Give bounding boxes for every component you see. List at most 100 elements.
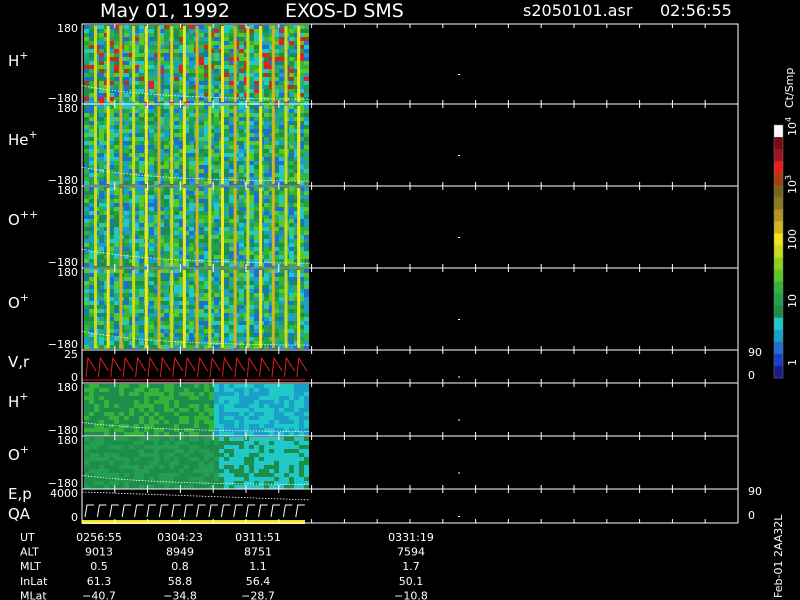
spectrogram-cell <box>84 219 89 223</box>
spectrogram-cell <box>224 313 229 317</box>
spectrogram-cell <box>124 301 129 305</box>
spin-stripe <box>170 26 174 102</box>
spectrogram-cell <box>149 89 154 93</box>
spectrogram-cell <box>174 219 179 223</box>
panel-label: O+ <box>8 291 29 312</box>
spectrogram-cell <box>89 333 94 337</box>
spectrogram-cell <box>114 73 119 77</box>
spectrogram-cell <box>229 215 234 219</box>
spectrogram-cell <box>189 424 194 428</box>
spectrogram-cell <box>229 61 234 65</box>
spectrogram-cell <box>219 396 224 400</box>
spectrogram-cell <box>229 297 234 301</box>
spectrogram-cell <box>164 273 169 277</box>
spectrogram-cell <box>294 388 299 392</box>
spectrogram-cell <box>224 145 229 149</box>
spectrogram-cell <box>114 77 119 81</box>
spectrogram-cell <box>164 231 169 235</box>
spectrogram-cell <box>254 420 259 424</box>
spectrogram-cell <box>189 207 194 211</box>
spectrogram-cell <box>224 129 229 133</box>
spectrogram-cell <box>239 89 244 93</box>
spectrogram-cell <box>94 485 99 489</box>
spectrogram-cell <box>279 141 284 145</box>
spectrogram-cell <box>84 109 89 113</box>
spectrogram-cell <box>204 285 209 289</box>
spectrogram-cell <box>204 255 209 259</box>
spectrogram-cell <box>204 165 209 169</box>
spectrogram-cell <box>289 269 294 273</box>
spectrogram-cell <box>164 297 169 301</box>
spectrogram-cell <box>149 199 154 203</box>
spectrogram-cell <box>254 153 259 157</box>
spectrogram-cell <box>84 441 89 445</box>
spectrogram-cell <box>144 404 149 408</box>
spectrogram-cell <box>184 416 189 420</box>
data-dot <box>458 419 460 421</box>
plot-file: s2050101.asr <box>523 1 633 20</box>
spectrogram-cell <box>84 45 89 49</box>
spectrogram-cell <box>199 445 204 449</box>
spectrogram-cell <box>174 345 179 349</box>
spectrogram-cell <box>139 223 144 227</box>
spectrogram-cell <box>189 420 194 424</box>
spectrogram-cell <box>249 165 254 169</box>
spectrogram-cell <box>174 157 179 161</box>
spectrogram-cell <box>189 285 194 289</box>
spectrogram-cell <box>89 77 94 81</box>
spectrogram-cell <box>224 121 229 125</box>
spectrogram-cell <box>224 29 229 33</box>
spectrogram-cell <box>204 485 209 489</box>
spectrogram-cell <box>304 277 309 281</box>
spectrogram-cell <box>239 93 244 97</box>
spectrogram-cell <box>199 113 204 117</box>
spectrogram-cell <box>134 445 139 449</box>
spectrogram-cell <box>114 215 119 219</box>
spectrogram-cell <box>104 453 109 457</box>
spectrogram-cell <box>274 396 279 400</box>
spectrogram-cell <box>229 49 234 53</box>
spectrogram-cell <box>84 93 89 97</box>
spectrogram-cell <box>254 412 259 416</box>
spectrogram-cell <box>239 437 244 441</box>
spectrogram-cell <box>239 37 244 41</box>
spectrogram-cell <box>264 149 269 153</box>
spectrogram-cell <box>114 293 119 297</box>
spectrogram-cell <box>204 449 209 453</box>
spectrogram-cell <box>139 293 144 297</box>
spectrogram-cell <box>159 469 164 473</box>
spectrogram-cell <box>124 277 129 281</box>
spectrogram-cell <box>224 269 229 273</box>
spectrogram-cell <box>214 255 219 259</box>
spectrogram-cell <box>279 215 284 219</box>
spectrogram-cell <box>184 465 189 469</box>
spectrogram-cell <box>249 169 254 173</box>
spectrogram-cell <box>234 404 239 408</box>
spectrogram-cell <box>139 420 144 424</box>
spectrogram-cell <box>124 243 129 247</box>
spectrogram-cell <box>174 384 179 388</box>
spectrogram-cell <box>249 428 254 432</box>
spectrogram-cell <box>264 269 269 273</box>
spectrogram-cell <box>164 333 169 337</box>
spectrogram-cell <box>259 432 264 436</box>
spectrogram-cell <box>304 341 309 345</box>
spectrogram-cell <box>124 317 129 321</box>
spectrogram-cell <box>109 227 114 231</box>
spectrogram-cell <box>289 191 294 195</box>
spectrogram-cell <box>99 388 104 392</box>
spectrogram-cell <box>249 273 254 277</box>
spectrogram-cell <box>229 105 234 109</box>
spectrogram-cell <box>174 239 179 243</box>
spectrogram-cell <box>199 404 204 408</box>
spectrogram-cell <box>269 400 274 404</box>
spectrogram-cell <box>279 117 284 121</box>
spectrogram-cell <box>249 141 254 145</box>
spectrogram-cell <box>239 145 244 149</box>
spectrogram-cell <box>224 392 229 396</box>
spectrogram-cell <box>239 239 244 243</box>
spectrogram-cell <box>94 461 99 465</box>
spectrogram-cell <box>189 453 194 457</box>
spectrogram-cell <box>99 469 104 473</box>
spectrogram-cell <box>254 117 259 121</box>
